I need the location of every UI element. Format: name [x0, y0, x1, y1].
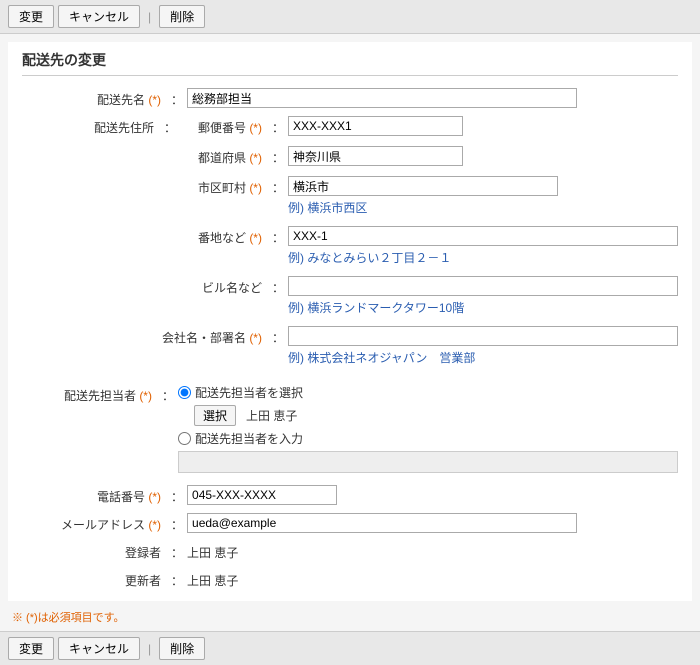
delete-button[interactable]: 削除 — [159, 5, 205, 28]
row-postal: 郵便番号 (*) ： — [180, 116, 678, 136]
row-company: 会社名・部署名 (*) ： 例) 株式会社ネオジャパン 営業部 — [140, 326, 678, 366]
row-updater: 更新者 ： 上田 恵子 — [22, 569, 678, 589]
dest-name-input[interactable] — [187, 88, 577, 108]
label-email: メールアドレス — [61, 518, 145, 532]
contact-selected-name: 上田 恵子 — [246, 407, 297, 424]
label-prefecture: 都道府県 — [198, 151, 246, 165]
label-building: ビル名など — [202, 281, 262, 295]
label-updater: 更新者 — [125, 574, 161, 588]
row-building: ビル名など ： 例) 横浜ランドマークタワー10階 — [180, 276, 678, 316]
toolbar-separator-bottom: | — [148, 642, 151, 656]
cancel-button-bottom[interactable]: キャンセル — [58, 637, 140, 660]
row-dest-name: 配送先名 (*) ： — [22, 88, 678, 108]
contact-radio-input[interactable] — [178, 432, 191, 445]
label-company: 会社名・部署名 — [162, 331, 246, 345]
bottom-toolbar: 変更 キャンセル | 削除 — [0, 631, 700, 665]
label-registrant: 登録者 — [125, 546, 161, 560]
toolbar-separator: | — [148, 10, 151, 24]
label-city: 市区町村 — [198, 181, 246, 195]
cancel-button[interactable]: キャンセル — [58, 5, 140, 28]
label-street: 番地など — [198, 231, 246, 245]
contact-readonly-box — [178, 451, 678, 473]
change-button[interactable]: 変更 — [8, 5, 54, 28]
label-postal: 郵便番号 — [198, 121, 246, 135]
required-footnote: ※ (*)は必須項目です。 — [12, 609, 690, 625]
label-dest-address: 配送先住所 — [94, 121, 154, 135]
row-email: メールアドレス (*) ： — [22, 513, 678, 533]
company-input[interactable] — [288, 326, 678, 346]
label-phone: 電話番号 — [97, 490, 145, 504]
contact-radio-input-label: 配送先担当者を入力 — [195, 430, 303, 447]
building-hint: 例) 横浜ランドマークタワー10階 — [288, 299, 678, 316]
prefecture-input[interactable] — [288, 146, 463, 166]
row-contact: 配送先担当者 (*) ： 配送先担当者を選択 選択 上田 恵子 配送先担当者を入… — [22, 384, 678, 473]
registrant-value: 上田 恵子 — [187, 541, 678, 561]
change-button-bottom[interactable]: 変更 — [8, 637, 54, 660]
required-mark: (*) — [148, 93, 161, 107]
street-input[interactable] — [288, 226, 678, 246]
row-prefecture: 都道府県 (*) ： — [180, 146, 678, 166]
contact-radio-select-label: 配送先担当者を選択 — [195, 384, 303, 401]
row-street: 番地など (*) ： 例) みなとみらい２丁目２－１ — [180, 226, 678, 266]
postal-input[interactable] — [288, 116, 463, 136]
label-contact: 配送先担当者 — [64, 389, 136, 403]
company-hint: 例) 株式会社ネオジャパン 営業部 — [288, 349, 678, 366]
top-toolbar: 変更 キャンセル | 削除 — [0, 0, 700, 34]
row-phone: 電話番号 (*) ： — [22, 485, 678, 505]
row-dest-address: 配送先住所 ： 郵便番号 (*) ： 都道府県 (*) ： — [22, 116, 678, 376]
updater-value: 上田 恵子 — [187, 569, 678, 589]
contact-radio-select[interactable] — [178, 386, 191, 399]
form-container: 配送先の変更 配送先名 (*) ： 配送先住所 ： 郵便番号 (*) ： — [8, 42, 692, 601]
email-input[interactable] — [187, 513, 577, 533]
row-registrant: 登録者 ： 上田 恵子 — [22, 541, 678, 561]
label-dest-name: 配送先名 — [97, 93, 145, 107]
delete-button-bottom[interactable]: 削除 — [159, 637, 205, 660]
form-title: 配送先の変更 — [22, 50, 678, 76]
contact-select-button[interactable]: 選択 — [194, 405, 236, 426]
building-input[interactable] — [288, 276, 678, 296]
city-hint: 例) 横浜市西区 — [288, 199, 558, 216]
row-city: 市区町村 (*) ： 例) 横浜市西区 — [180, 176, 678, 216]
phone-input[interactable] — [187, 485, 337, 505]
city-input[interactable] — [288, 176, 558, 196]
street-hint: 例) みなとみらい２丁目２－１ — [288, 249, 678, 266]
